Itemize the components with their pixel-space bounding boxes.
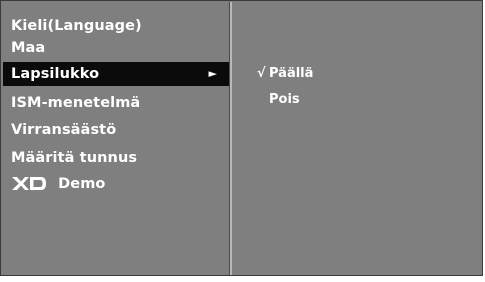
menu-item-set-id[interactable]: Määritä tunnus (11, 146, 226, 170)
submenu-panel: √ Päällä Pois (233, 2, 482, 275)
menu-item-parental-lock[interactable]: Lapsilukko ► (3, 62, 230, 86)
submenu-arrow-icon: ► (208, 67, 217, 80)
menu-item-label: Kieli(Language) (11, 18, 142, 34)
main-menu-panel: Kieli(Language) Maa Lapsilukko ► ISM-men… (2, 2, 230, 275)
xd-logo-icon (11, 172, 47, 191)
menu-item-demo[interactable]: Demo (11, 172, 226, 196)
menu-item-label: Lapsilukko (11, 66, 100, 82)
menu-item-label: Määritä tunnus (11, 150, 138, 166)
menu-item-power-saving[interactable]: Virransäästö (11, 118, 226, 142)
menu-item-label: Maa (11, 40, 46, 56)
menu-item-label: ISM-menetelmä (11, 95, 141, 111)
menu-item-label: Demo (58, 176, 106, 192)
option-off[interactable]: Pois (257, 91, 300, 109)
option-label: Pois (269, 92, 300, 107)
option-label: Päällä (269, 66, 314, 81)
menu-item-country[interactable]: Maa (11, 36, 226, 60)
option-on[interactable]: √ Päällä (257, 65, 313, 83)
check-mark-icon: √ (257, 66, 266, 81)
menu-item-label: Virransäästö (11, 122, 117, 138)
menu-item-ism-method[interactable]: ISM-menetelmä (11, 91, 226, 115)
menu-item-language[interactable]: Kieli(Language) (11, 14, 226, 38)
panel-divider (230, 2, 232, 275)
osd-menu-frame: Kieli(Language) Maa Lapsilukko ► ISM-men… (0, 0, 483, 276)
